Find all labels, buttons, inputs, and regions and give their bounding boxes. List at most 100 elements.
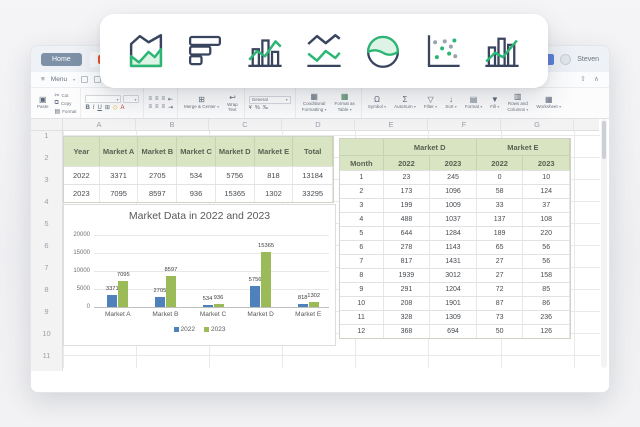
cell[interactable]: 65	[477, 241, 524, 254]
cell[interactable]: 1302	[255, 185, 294, 202]
select-all-corner[interactable]	[31, 119, 63, 131]
cell[interactable]: 534	[177, 167, 216, 184]
cell[interactable]: 2	[340, 185, 384, 198]
fill-color-button[interactable]: ◇	[113, 104, 118, 111]
cell[interactable]: 124	[523, 185, 570, 198]
cell[interactable]: 11	[340, 311, 384, 324]
cell[interactable]: 817	[384, 255, 431, 268]
cell[interactable]: 3	[340, 199, 384, 212]
cell[interactable]: 1284	[430, 227, 477, 240]
cell[interactable]: 56	[523, 241, 570, 254]
cell[interactable]: 137	[477, 213, 524, 226]
cell[interactable]: 12	[340, 325, 384, 338]
cell[interactable]: 27	[477, 269, 524, 282]
align-right-button[interactable]: ≡	[161, 104, 165, 110]
left-table-header-cell[interactable]: Total	[293, 137, 334, 166]
tab-home[interactable]: Home	[41, 52, 82, 66]
cell[interactable]: 158	[523, 269, 570, 282]
left-table-header-cell[interactable]: Market E	[255, 137, 294, 166]
row-header[interactable]: 8	[31, 285, 62, 295]
row-header[interactable]: 1	[31, 131, 62, 141]
right-table-subheader-cell[interactable]: 2023	[523, 156, 570, 170]
cell[interactable]: 1204	[430, 283, 477, 296]
cell[interactable]: 10	[523, 171, 570, 184]
cell[interactable]: 73	[477, 311, 524, 324]
right-table-group-header-cell[interactable]: Market D	[384, 139, 477, 155]
cell[interactable]: 50	[477, 325, 524, 338]
borders-button[interactable]: ⊞	[105, 104, 110, 111]
row-header[interactable]: 11	[31, 351, 62, 361]
cell[interactable]: 1309	[430, 311, 477, 324]
cell[interactable]: 1	[340, 171, 384, 184]
cell[interactable]: 27	[477, 255, 524, 268]
cell[interactable]: 37	[523, 199, 570, 212]
cell[interactable]: 2022	[64, 167, 100, 184]
cell[interactable]: 208	[384, 297, 431, 310]
sort-button[interactable]: ↓ Sort ▾	[443, 96, 459, 110]
cell[interactable]: 7095	[100, 185, 139, 202]
comma-format-button[interactable]: ‰	[263, 105, 269, 111]
cell[interactable]: 6	[340, 241, 384, 254]
rows-and-columns-button[interactable]: ▥ Rows and Columns ▾	[505, 93, 530, 112]
currency-format-button[interactable]: ¥	[249, 105, 252, 111]
cell[interactable]: 220	[523, 227, 570, 240]
scatter-chart-icon[interactable]	[422, 30, 464, 72]
format-cells-button[interactable]: ▤ Format ▾	[463, 96, 485, 110]
cell[interactable]: 245	[430, 171, 477, 184]
row-header[interactable]: 7	[31, 263, 62, 273]
column-header[interactable]: F	[428, 119, 501, 130]
open-icon[interactable]	[81, 76, 89, 83]
row-header[interactable]: 3	[31, 175, 62, 185]
cell[interactable]: 23	[384, 171, 431, 184]
font-name-select[interactable]: ▾	[85, 95, 122, 103]
cell[interactable]: 936	[177, 185, 216, 202]
cell[interactable]: 1096	[430, 185, 477, 198]
left-table-header-cell[interactable]: Market A	[100, 137, 139, 166]
left-table-header-cell[interactable]: Market D	[216, 137, 255, 166]
cell[interactable]: 236	[523, 311, 570, 324]
cell[interactable]: 85	[523, 283, 570, 296]
cell[interactable]: 8597	[138, 185, 178, 202]
row-header[interactable]: 5	[31, 219, 62, 229]
left-table-header-cell[interactable]: Market B	[138, 137, 178, 166]
right-table-subheader-cell[interactable]: Month	[340, 156, 384, 170]
cell[interactable]: 488	[384, 213, 431, 226]
line-chart-icon[interactable]	[303, 30, 345, 72]
cell[interactable]: 0	[477, 171, 524, 184]
align-bottom-button[interactable]: ≡	[161, 96, 165, 102]
column-header[interactable]: A	[63, 119, 136, 130]
cell[interactable]: 87	[477, 297, 524, 310]
cell[interactable]: 9	[340, 283, 384, 296]
cell[interactable]: 189	[477, 227, 524, 240]
right-table-corner-cell[interactable]	[340, 139, 384, 155]
row-header[interactable]: 2	[31, 153, 62, 163]
number-format-select[interactable]: General ▾	[248, 95, 291, 104]
row-header[interactable]: 4	[31, 197, 62, 207]
cell[interactable]: 86	[523, 297, 570, 310]
right-table-subheader-cell[interactable]: 2022	[477, 156, 524, 170]
cell[interactable]: 4	[340, 213, 384, 226]
font-size-select[interactable]: ▾	[123, 95, 140, 103]
collapse-ribbon-icon[interactable]: ∧	[594, 76, 599, 83]
cell[interactable]: 5	[340, 227, 384, 240]
column-header[interactable]: G	[501, 119, 574, 130]
cell[interactable]: 199	[384, 199, 431, 212]
cell[interactable]: 1901	[430, 297, 477, 310]
embedded-chart[interactable]: Market Data in 2022 and 2023 20000 15000 1…	[63, 204, 336, 346]
align-top-button[interactable]: ≡	[148, 96, 152, 102]
wrap-text-button[interactable]: ↩ Wrap Text	[225, 93, 240, 113]
horizontal-bar-chart-icon[interactable]	[184, 30, 226, 72]
right-table-group-header-cell[interactable]: Market E	[477, 139, 570, 155]
cell[interactable]: 3012	[430, 269, 477, 282]
conditional-formatting-button[interactable]: ▦ Conditional Formatting ▾	[300, 93, 329, 112]
copy-button[interactable]: ⧉ Copy	[55, 100, 77, 107]
cut-button[interactable]: ✂ Cut	[55, 92, 77, 99]
cell[interactable]: 1143	[430, 241, 477, 254]
cell[interactable]: 7	[340, 255, 384, 268]
cell[interactable]: 291	[384, 283, 431, 296]
share-icon[interactable]: ⇧	[580, 76, 586, 83]
right-table-subheader-cell[interactable]: 2023	[430, 156, 477, 170]
left-table-header-cell[interactable]: Year	[64, 137, 100, 166]
align-middle-button[interactable]: ≡	[155, 96, 159, 102]
decrease-indent-button[interactable]: ⇤	[168, 96, 173, 103]
